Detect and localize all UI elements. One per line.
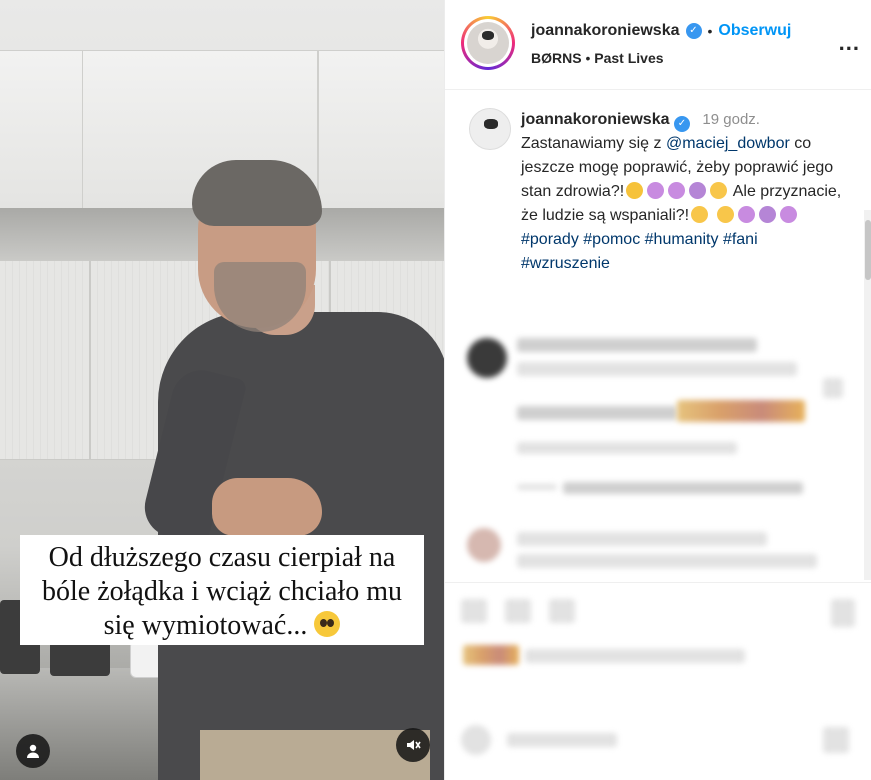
comment-text-blurred	[517, 338, 757, 352]
pleading-face-icon	[314, 611, 341, 637]
header-name-row: joannakoroniewska ✓ • Obserwuj	[531, 22, 791, 40]
comment-text-blurred	[517, 362, 797, 376]
video-caption-text: Od dłuższego czasu cierpiał na bóle żołą…	[42, 542, 402, 641]
shrug-icon	[737, 206, 755, 223]
tears-of-joy-icon	[691, 206, 709, 223]
post-video[interactable]: Od dłuższego czasu cierpiał na bóle żołą…	[0, 0, 444, 780]
comments-scrollbar[interactable]	[864, 210, 871, 580]
more-options-button[interactable]: ...	[839, 30, 860, 56]
caption-avatar[interactable]	[469, 108, 511, 150]
verified-badge-icon: ✓	[685, 23, 702, 39]
shrug-icon	[647, 182, 665, 199]
person-icon	[27, 744, 39, 758]
replies-link-blurred	[563, 482, 803, 494]
post-header: joannakoroniewska ✓ • Obserwuj BØRNS • P…	[445, 0, 871, 90]
comment-text-blurred	[517, 554, 817, 568]
comment-emoji-blurred	[677, 400, 805, 422]
liked-by-avatars-blurred	[463, 645, 519, 665]
header-username[interactable]: joannakoroniewska	[531, 22, 680, 40]
hashtag[interactable]: #porady	[521, 231, 579, 248]
upper-cabinet-right	[318, 50, 444, 210]
comment-like-blurred	[823, 378, 843, 398]
hashtag[interactable]: #pomoc	[583, 231, 640, 248]
wall-panel-left	[0, 260, 90, 460]
caption-time: 19 godz.	[702, 111, 760, 128]
comments-area: joannakoroniewska ✓ 19 godz. Zastanawiam…	[445, 92, 871, 580]
caption-mention[interactable]: @maciej_dowbor	[666, 135, 790, 152]
tears-of-joy-icon	[716, 206, 734, 223]
mute-button[interactable]	[396, 728, 430, 762]
comment-text-blurred	[517, 406, 677, 420]
music-track: Past Lives	[594, 50, 664, 66]
comment-text-blurred	[517, 532, 767, 546]
video-caption: Od dłuższego czasu cierpiał na bóle żołą…	[20, 535, 424, 645]
avatar	[467, 22, 509, 64]
shrug-icon	[668, 182, 686, 199]
facepalm-icon	[689, 182, 707, 199]
share-icon[interactable]	[549, 599, 575, 623]
post-panel: joannakoroniewska ✓ • Obserwuj BØRNS • P…	[444, 0, 871, 780]
comment-avatar-blurred	[467, 528, 501, 562]
music-artist: BØRNS	[531, 50, 582, 66]
post-actions	[445, 582, 871, 780]
verified-badge-icon: ✓	[673, 116, 690, 132]
hashtag[interactable]: #fani	[723, 231, 758, 248]
hashtag[interactable]: #humanity	[645, 231, 719, 248]
header-separator: •	[707, 23, 713, 39]
caption-text-1: Zastanawiamy się z	[521, 135, 662, 152]
facepalm-icon	[758, 206, 776, 223]
hashtag[interactable]: #wzruszenie	[521, 255, 610, 272]
upper-cabinet-left	[0, 50, 88, 210]
caption-username[interactable]: joannakoroniewska	[521, 111, 670, 128]
speaker-muted-icon	[407, 740, 421, 750]
shrug-icon	[779, 206, 797, 223]
replies-link-blurred	[517, 484, 557, 490]
emoji-picker-icon[interactable]	[461, 725, 491, 755]
post-comment-button[interactable]	[823, 727, 849, 753]
tears-of-joy-icon	[710, 182, 728, 199]
save-icon[interactable]	[831, 599, 855, 627]
music-info[interactable]: BØRNS • Past Lives	[531, 50, 664, 66]
add-comment-input[interactable]	[507, 733, 617, 747]
story-ring-avatar[interactable]	[461, 16, 515, 70]
music-separator: •	[585, 50, 591, 66]
like-icon[interactable]	[461, 599, 487, 623]
tagged-people-button[interactable]	[16, 734, 50, 768]
thinking-face-icon	[626, 182, 644, 199]
comment-avatar-blurred	[467, 338, 507, 378]
post-caption: joannakoroniewska ✓ 19 godz. Zastanawiam…	[521, 108, 851, 276]
comment-meta-blurred	[517, 442, 737, 454]
follow-button[interactable]: Obserwuj	[718, 22, 791, 40]
liked-by-text-blurred	[525, 649, 745, 663]
comment-icon[interactable]	[505, 599, 531, 623]
